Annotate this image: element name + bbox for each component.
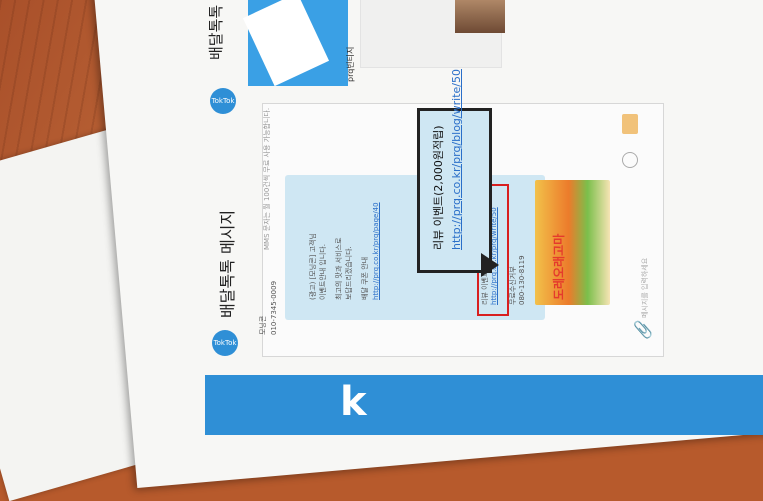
sender-number: 010-7345-0009: [270, 280, 278, 335]
sender-name: 모닝콘: [259, 315, 267, 335]
message-input[interactable]: 메시지를 입력하세요: [640, 258, 650, 318]
callout-link[interactable]: http://prq.co.kr/prq/blog/write/50: [450, 69, 463, 250]
brand-letter: k: [340, 379, 367, 425]
promo-photo: [455, 0, 505, 33]
toktok-logo: TokTok: [212, 330, 238, 356]
free-reject-number: 080-130-8119: [518, 255, 526, 305]
brand-title-top: 배달톡톡: [207, 4, 225, 60]
message-line-2: 이벤트안내 입니다.: [319, 244, 327, 300]
toktok-promo-card: [242, 0, 348, 87]
free-reject-label: 무료수신거부: [509, 266, 517, 305]
printed-content: prq빈티지 TokTok 배달톡톡 TokTok 배달톡톡 메시지 모닝콘 0…: [0, 0, 763, 435]
message-link[interactable]: http://prq.co.kr/prq/page/40: [372, 202, 380, 300]
phone-illustration: [242, 0, 330, 87]
blue-footer-band: k: [205, 375, 763, 435]
smile-icon[interactable]: [622, 152, 638, 168]
callout-tail: [481, 253, 499, 277]
message-line-5: 배달 쿠폰 안내: [361, 256, 369, 300]
paperclip-icon[interactable]: 📎: [633, 320, 653, 339]
header-hint: MMS 문자는 월 100건씩 무료 사용 가능합니다.: [263, 107, 271, 250]
callout-title: 리뷰 이벤트(2,000원적립): [432, 125, 445, 250]
logo-text-2: TokTok: [213, 339, 237, 347]
logo-text: TokTok: [211, 97, 235, 105]
toktok-logo-top: TokTok: [210, 88, 236, 114]
food-image: [535, 180, 610, 305]
message-line-1: (광고) [모닝콘] 고객님: [309, 233, 317, 300]
promo-caption: prq빈티지: [346, 46, 355, 82]
message-line-4: 보답드리겠습니다.: [345, 246, 353, 300]
send-button[interactable]: [622, 114, 638, 134]
message-line-3: 최고의 맛과 서비스로: [335, 237, 343, 300]
food-image-label: 도레오래고마: [552, 233, 566, 300]
brand-title: 배달톡톡 메시지: [218, 209, 237, 318]
